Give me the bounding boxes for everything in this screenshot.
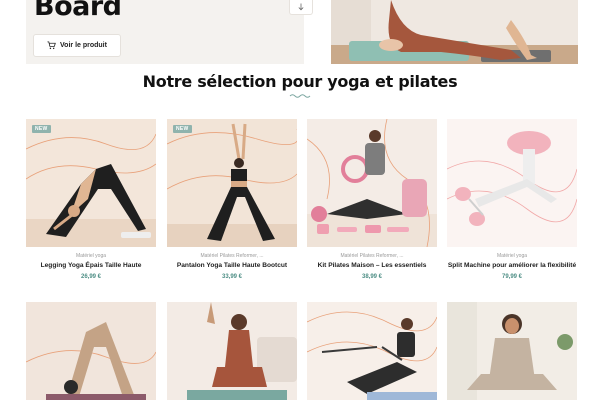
product-name[interactable]: Split Machine pour améliorer la flexibil…: [439, 262, 585, 269]
product-image[interactable]: [167, 302, 297, 400]
product-image[interactable]: [26, 302, 156, 400]
product-price: 33,99 €: [221, 274, 243, 280]
view-product-button[interactable]: Voir le produit: [33, 34, 121, 57]
product-image[interactable]: [447, 302, 577, 400]
arrow-down-icon: [298, 3, 304, 11]
product-image[interactable]: [307, 119, 437, 247]
product-category[interactable]: Matériel yoga: [26, 253, 156, 259]
new-badge: NEW: [32, 125, 51, 133]
product-price: 79,99 €: [501, 274, 523, 280]
cart-icon: [47, 41, 56, 50]
product-category[interactable]: Matériel Pilates Reformer, ...: [307, 253, 437, 259]
product-name[interactable]: Kit Pilates Maison – Les essentiels: [299, 262, 445, 269]
product-name[interactable]: Pantalon Yoga Taille Haute Bootcut: [159, 262, 305, 269]
product-image[interactable]: [167, 119, 297, 247]
product-category[interactable]: Matériel yoga: [447, 253, 577, 259]
product-image[interactable]: [447, 119, 577, 247]
product-price: 26,99 €: [80, 274, 102, 280]
squiggle-icon: [289, 94, 311, 98]
hero-image: [331, 0, 578, 64]
product-name[interactable]: Legging Yoga Épais Taille Haute: [18, 262, 164, 269]
section-title: Notre sélection pour yoga et pilates: [142, 72, 458, 91]
product-image[interactable]: [26, 119, 156, 247]
view-product-label: Voir le produit: [60, 42, 107, 49]
hero-banner: Board Voir le produit: [0, 0, 600, 64]
product-price: 38,99 €: [361, 274, 383, 280]
product-image[interactable]: [307, 302, 437, 400]
hero-title: Board: [34, 0, 122, 22]
new-badge: NEW: [173, 125, 192, 133]
product-category[interactable]: Matériel Pilates Reformer, ...: [167, 253, 297, 259]
scroll-down-button[interactable]: [289, 0, 313, 15]
